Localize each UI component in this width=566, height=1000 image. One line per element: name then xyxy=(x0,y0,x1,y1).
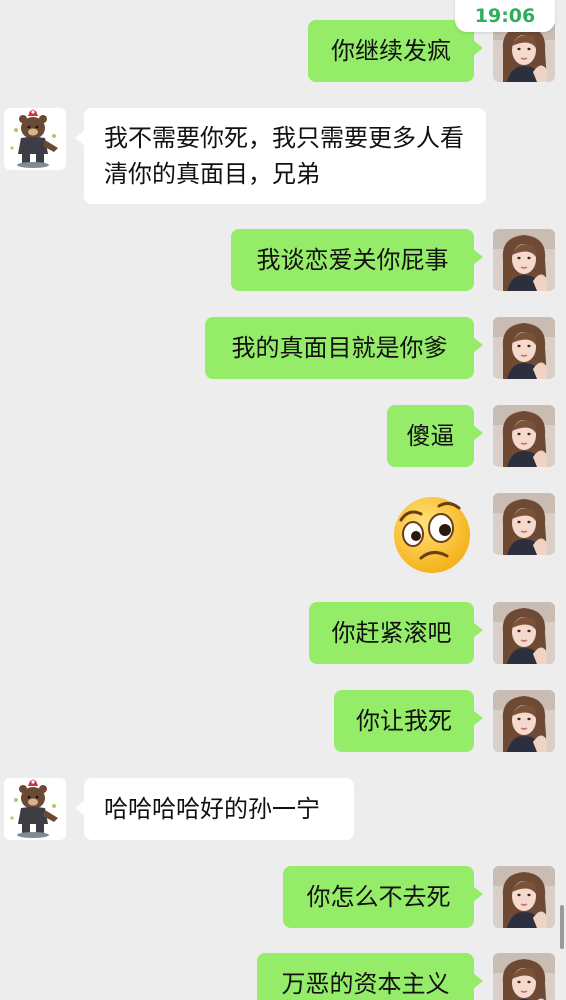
message-bubble-self[interactable]: 我的真面目就是你爹 xyxy=(205,317,483,379)
self-avatar-icon[interactable] xyxy=(493,229,555,291)
self-avatar-icon[interactable] xyxy=(493,405,555,467)
message-bubble-self[interactable]: 你怎么不去死 xyxy=(283,866,483,928)
self-avatar-icon[interactable] xyxy=(493,317,555,379)
confused-frown-emoji-icon[interactable] xyxy=(391,494,473,576)
message-bubble-self[interactable]: 你让我死 xyxy=(334,690,483,752)
bear-cartoon-avatar-icon[interactable] xyxy=(4,778,66,840)
message-bubble-self[interactable]: 你继续发疯 xyxy=(308,20,483,82)
message-bubble-other[interactable]: 哈哈哈哈好的孙一宁 xyxy=(75,778,354,840)
chat-screen: 19:06 你继续发疯 我不需要你死，我只需要更多人看清你的真面目，兄弟 我谈恋… xyxy=(0,0,566,1000)
bear-cartoon-avatar-icon[interactable] xyxy=(4,108,66,170)
self-avatar-icon[interactable] xyxy=(493,953,555,1000)
self-avatar-icon[interactable] xyxy=(493,602,555,664)
message-bubble-other[interactable]: 我不需要你死，我只需要更多人看清你的真面目，兄弟 xyxy=(75,108,486,204)
self-avatar-icon[interactable] xyxy=(493,493,555,555)
scrollbar-thumb[interactable] xyxy=(560,905,564,949)
status-time: 19:06 xyxy=(455,0,555,32)
message-bubble-self[interactable]: 你赶紧滚吧 xyxy=(309,602,483,664)
self-avatar-icon[interactable] xyxy=(493,690,555,752)
self-avatar-icon[interactable] xyxy=(493,866,555,928)
message-bubble-self[interactable]: 万恶的资本主义 xyxy=(257,953,483,1000)
message-bubble-self[interactable]: 我谈恋爱关你屁事 xyxy=(231,229,483,291)
message-bubble-self[interactable]: 傻逼 xyxy=(387,405,483,467)
